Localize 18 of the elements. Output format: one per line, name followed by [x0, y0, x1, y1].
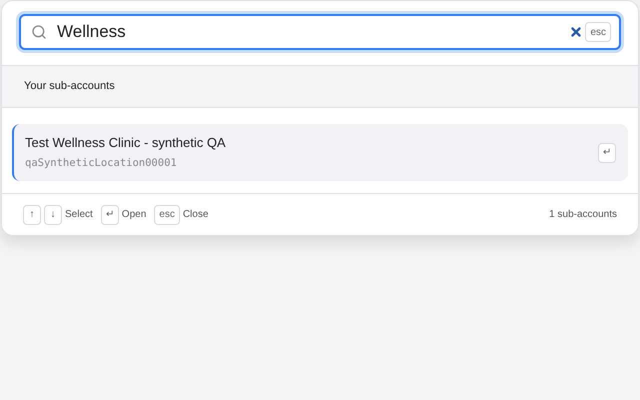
result-id: qaSyntheticLocation00001: [25, 156, 178, 171]
result-name: Test Wellness Clinic - synthetic QA: [25, 134, 227, 152]
search-field[interactable]: Wellness esc: [19, 14, 621, 50]
clear-icon[interactable]: [569, 25, 584, 39]
hint-label: Close: [182, 208, 208, 222]
esc-key: esc: [585, 22, 611, 42]
key-hint: ↑: [23, 204, 41, 224]
key-hint: ↵: [100, 204, 119, 224]
search-input[interactable]: Wellness: [57, 19, 570, 45]
key-hint: esc: [154, 204, 180, 224]
search-icon: [31, 24, 47, 40]
key-hint: ↓: [44, 204, 62, 224]
section-title: Your sub-accounts: [24, 79, 115, 94]
enter-key: ↵: [598, 142, 616, 162]
result-count: 1 sub-accounts: [549, 208, 617, 222]
result-item[interactable]: Test Wellness Clinic - synthetic QA qaSyntheticLocation00001 ↵: [12, 124, 628, 181]
hint-label: Open: [122, 208, 146, 222]
hint-label: Select: [65, 208, 93, 222]
